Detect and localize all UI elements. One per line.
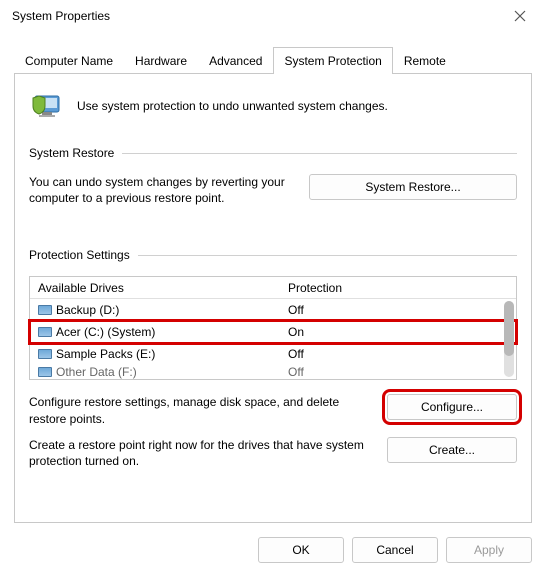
create-desc: Create a restore point right now for the… [29,437,373,469]
close-icon[interactable] [506,2,534,30]
system-restore-desc: You can undo system changes by reverting… [29,174,295,206]
cancel-button[interactable]: Cancel [352,537,438,563]
intro-text: Use system protection to undo unwanted s… [77,99,388,113]
drive-icon [38,305,52,315]
scrollbar[interactable] [504,301,514,377]
scroll-thumb[interactable] [504,301,514,356]
ok-button[interactable]: OK [258,537,344,563]
col-header-protection[interactable]: Protection [288,281,508,295]
dialog-footer: OK Cancel Apply [0,531,546,573]
tab-advanced[interactable]: Advanced [198,47,273,74]
col-header-drives[interactable]: Available Drives [38,281,288,295]
divider [138,255,517,256]
tabs-bar: Computer Name Hardware Advanced System P… [0,46,546,73]
divider [122,153,517,154]
table-row[interactable]: Sample Packs (E:) Off [30,343,516,365]
configure-button[interactable]: Configure... [387,394,517,420]
tab-system-protection[interactable]: System Protection [273,47,392,74]
tab-remote[interactable]: Remote [393,47,457,74]
tab-panel: Use system protection to undo unwanted s… [14,73,532,523]
table-row[interactable]: Acer (C:) (System) On [30,321,516,343]
section-title-protection-settings: Protection Settings [29,248,130,262]
tab-computer-name[interactable]: Computer Name [14,47,124,74]
configure-desc: Configure restore settings, manage disk … [29,394,373,426]
create-button[interactable]: Create... [387,437,517,463]
drive-icon [38,349,52,359]
tab-hardware[interactable]: Hardware [124,47,198,74]
shield-monitor-icon [29,88,65,124]
table-row[interactable]: Other Data (F:) Off [30,365,516,379]
system-restore-button[interactable]: System Restore... [309,174,517,200]
section-title-system-restore: System Restore [29,146,114,160]
drives-table: Available Drives Protection Backup (D:) … [29,276,517,380]
apply-button[interactable]: Apply [446,537,532,563]
drive-icon [38,327,52,337]
drive-icon [38,367,52,377]
window-title: System Properties [12,9,110,23]
table-row[interactable]: Backup (D:) Off [30,299,516,321]
